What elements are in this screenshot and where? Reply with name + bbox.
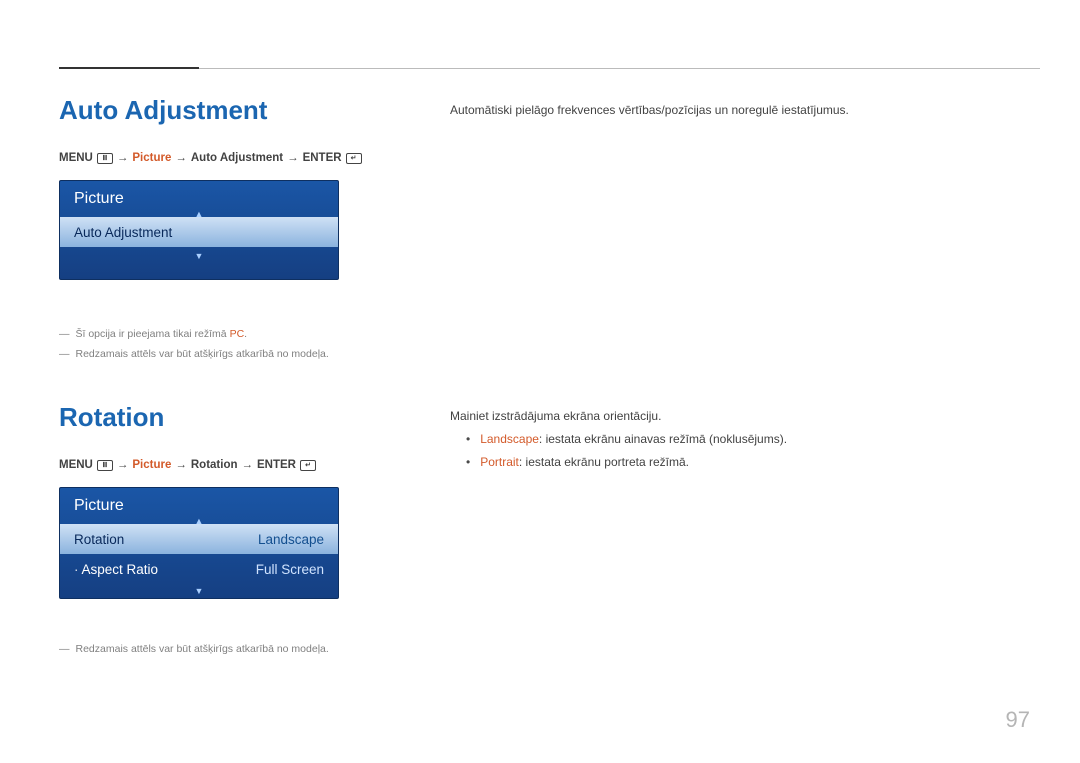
- bullet-icon: •: [466, 428, 470, 451]
- heading-rotation: Rotation: [59, 402, 369, 433]
- arrow-icon: →: [117, 152, 129, 164]
- chevron-up-icon: ▲: [195, 516, 204, 526]
- menu-row-label: Auto Adjustment: [74, 225, 172, 240]
- arrow-icon: →: [117, 459, 129, 471]
- chevron-down-icon: ▼: [195, 251, 204, 261]
- screenshot-picture-rotation: Picture ▲ Rotation Landscape · Aspect Ra…: [59, 487, 339, 599]
- horizontal-rule-bold: [59, 67, 199, 69]
- menu-icon: Ⅲ: [97, 153, 113, 164]
- section-auto-adjustment: Auto Adjustment MENU Ⅲ → Picture → Auto …: [59, 95, 369, 360]
- screenshot-picture-auto-adjustment: Picture ▲ Auto Adjustment ▼: [59, 180, 339, 280]
- breadcrumb-auto-adjustment: MENU Ⅲ → Picture → Auto Adjustment → ENT…: [59, 152, 369, 164]
- breadcrumb-picture: Picture: [132, 459, 171, 471]
- heading-auto-adjustment: Auto Adjustment: [59, 95, 369, 126]
- footnote: ― Šī opcija ir pieejama tikai režīmā PC.: [59, 328, 369, 340]
- description-auto-adjustment: Automātiski pielāgo frekvences vērtības/…: [450, 100, 1030, 122]
- section-rotation: Rotation MENU Ⅲ → Picture → Rotation → E…: [59, 402, 369, 655]
- bullet-icon: •: [466, 451, 470, 474]
- breadcrumb-menu: MENU: [59, 459, 93, 471]
- left-column: Auto Adjustment MENU Ⅲ → Picture → Auto …: [59, 95, 369, 655]
- arrow-icon: →: [175, 152, 187, 164]
- description-rotation: Mainiet izstrādājuma ekrāna orientāciju.…: [450, 405, 1030, 473]
- footnote: ― Redzamais attēls var būt atšķirīgs atk…: [59, 348, 369, 360]
- breadcrumb-item: Rotation: [191, 459, 238, 471]
- arrow-icon: →: [287, 152, 299, 164]
- breadcrumb-picture: Picture: [132, 152, 171, 164]
- bullet-landscape: • Landscape: iestata ekrānu ainavas režī…: [450, 428, 1030, 451]
- bullet-portrait: • Portrait: iestata ekrānu portreta režī…: [450, 451, 1030, 474]
- menu-row-auto-adjustment: Auto Adjustment: [60, 217, 338, 247]
- breadcrumb-menu: MENU: [59, 152, 93, 164]
- dash-icon: ―: [59, 348, 70, 360]
- horizontal-rule: [59, 68, 1040, 69]
- menu-row-label: · Aspect Ratio: [74, 562, 158, 577]
- arrow-icon: →: [242, 459, 254, 471]
- menu-row-value: Landscape: [258, 532, 324, 547]
- footnote-text: Redzamais attēls var būt atšķirīgs atkar…: [76, 348, 329, 360]
- menu-row-aspect-ratio: · Aspect Ratio Full Screen: [60, 554, 338, 584]
- dash-icon: ―: [59, 328, 70, 340]
- dash-icon: ―: [59, 643, 70, 655]
- menu-row-label: Rotation: [74, 532, 124, 547]
- breadcrumb-item: Auto Adjustment: [191, 152, 283, 164]
- enter-icon: ↵: [346, 153, 362, 164]
- breadcrumb-enter: ENTER: [303, 152, 342, 164]
- breadcrumb-enter: ENTER: [257, 459, 296, 471]
- menu-icon: Ⅲ: [97, 460, 113, 471]
- page-number: 97: [1006, 707, 1030, 733]
- breadcrumb-rotation: MENU Ⅲ → Picture → Rotation → ENTER ↵: [59, 459, 369, 471]
- enter-icon: ↵: [300, 460, 316, 471]
- arrow-icon: →: [175, 459, 187, 471]
- description-intro: Mainiet izstrādājuma ekrāna orientāciju.: [450, 405, 1030, 428]
- menu-row-rotation: Rotation Landscape: [60, 524, 338, 554]
- footnote-text: Redzamais attēls var būt atšķirīgs atkar…: [76, 643, 329, 655]
- chevron-down-icon: ▼: [195, 586, 204, 596]
- chevron-up-icon: ▲: [195, 209, 204, 219]
- menu-row-value: Full Screen: [256, 562, 324, 577]
- footnote-text: Šī opcija ir pieejama tikai režīmā PC.: [76, 328, 248, 340]
- footnote: ― Redzamais attēls var būt atšķirīgs atk…: [59, 643, 369, 655]
